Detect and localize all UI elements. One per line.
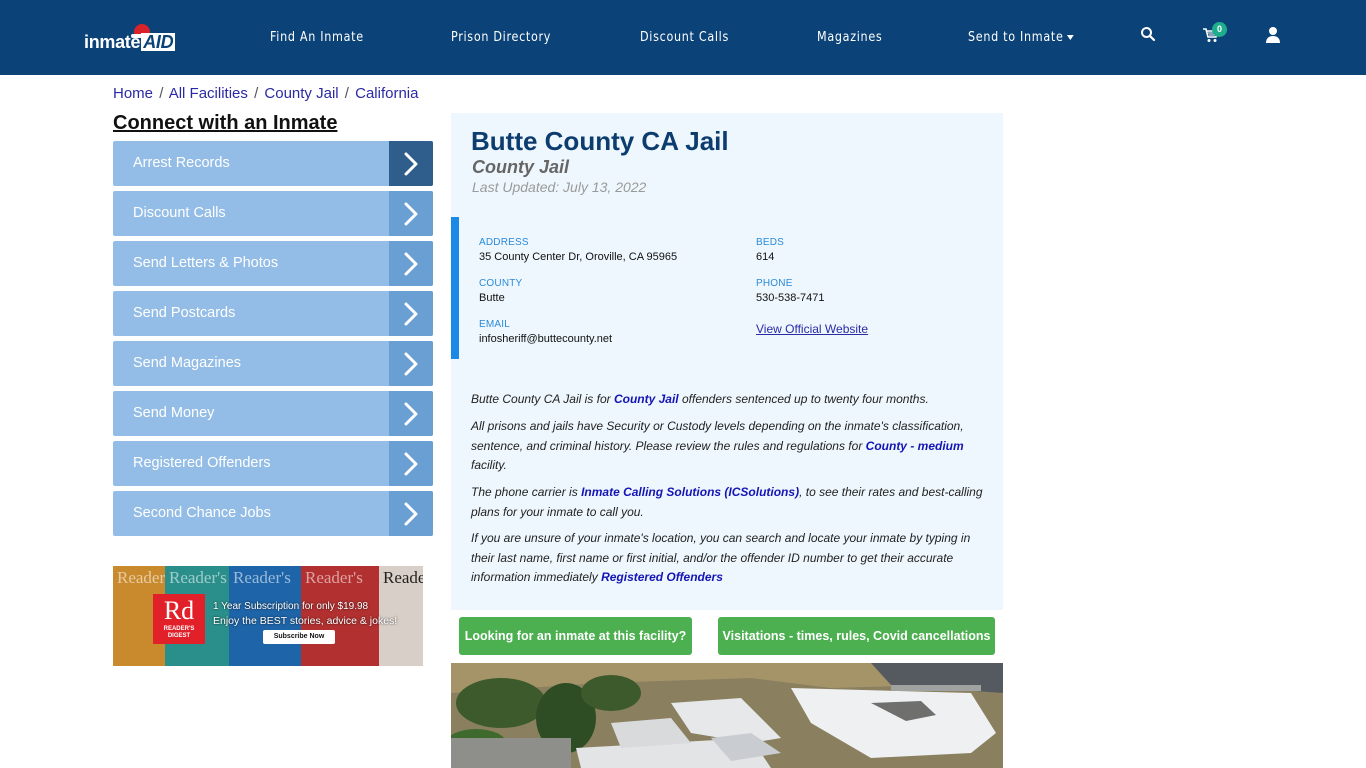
address-label: ADDRESS <box>479 237 529 248</box>
county-value: Butte <box>479 292 505 304</box>
top-navbar: inmate AID Find An Inmate Prison Director… <box>0 0 1366 75</box>
facility-type: County Jail <box>472 157 570 177</box>
sidebar-item-label: Send Magazines <box>133 355 242 371</box>
beds-label: BEDS <box>756 237 785 248</box>
facility-aerial-photo <box>451 663 1003 768</box>
find-inmate-at-facility-button[interactable]: Looking for an inmate at this facility? <box>459 617 692 655</box>
logo-text-accent: AID <box>141 32 176 52</box>
sidebar-item-label: Second Chance Jobs <box>133 505 271 521</box>
sidebar-item-second-chance-jobs[interactable]: Second Chance Jobs <box>113 491 433 536</box>
chevron-right-icon <box>389 491 433 536</box>
description-paragraph-4: If you are unsure of your inmate's locat… <box>471 529 991 588</box>
rd-logo-small: READER'S DIGEST <box>163 626 195 639</box>
sidebar-item-label: Send Letters & Photos <box>133 255 279 271</box>
security-level-link[interactable]: County - medium <box>866 439 964 453</box>
para-text: The phone carrier is <box>471 485 582 499</box>
last-updated: Last Updated: July 13, 2022 <box>472 179 647 195</box>
nav-label: Magazines <box>817 30 883 45</box>
registered-offenders-link[interactable]: Registered Offenders <box>601 570 723 584</box>
search-icon[interactable] <box>1140 26 1160 46</box>
sidebar-item-send-magazines[interactable]: Send Magazines <box>113 341 433 386</box>
phone-label: PHONE <box>756 278 793 289</box>
ad-masthead: Reader's <box>383 568 423 587</box>
aerial-photo-illustration <box>451 663 1003 768</box>
sidebar-item-discount-calls[interactable]: Discount Calls <box>113 191 433 236</box>
readers-digest-ad[interactable]: Reader's Reader's Reader's Reader's Read… <box>113 566 423 666</box>
description-paragraph-1: Butte County CA Jail is for County Jail … <box>471 390 991 410</box>
nav-send-to-inmate[interactable]: Send to Inmate <box>968 30 1074 45</box>
sidebar-item-label: Registered Offenders <box>133 455 271 471</box>
nav-magazines[interactable]: Magazines <box>817 30 882 45</box>
para-text: offenders sentenced up to twenty four mo… <box>678 392 929 406</box>
breadcrumb-home[interactable]: Home <box>113 85 153 102</box>
breadcrumb-all-facilities[interactable]: All Facilities <box>169 85 248 102</box>
cart-count-badge: 0 <box>1212 22 1227 37</box>
chevron-right-icon <box>389 441 433 486</box>
ad-masthead: Reader's <box>169 568 227 587</box>
chevron-right-icon <box>389 191 433 236</box>
sidebar-item-label: Send Money <box>133 405 215 421</box>
logo-text-main: inmate <box>84 32 141 52</box>
chevron-right-icon <box>389 341 433 386</box>
breadcrumb-separator: / <box>159 85 164 102</box>
sidebar-menu: Arrest Records Discount Calls Send Letters… <box>113 141 433 541</box>
site-logo[interactable]: inmate AID <box>84 22 180 56</box>
email-label: EMAIL <box>479 319 511 330</box>
nav-find-inmate[interactable]: Find An Inmate <box>270 30 364 45</box>
nav-label: Find An Inmate <box>270 30 364 45</box>
official-website-link[interactable]: View Official Website <box>756 322 868 336</box>
sidebar-item-label: Discount Calls <box>133 205 226 221</box>
chevron-right-icon <box>389 291 433 336</box>
ad-subline: Enjoy the BEST stories, advice & jokes! <box>213 615 398 627</box>
breadcrumb-california[interactable]: California <box>355 85 418 102</box>
para-text: facility. <box>471 458 507 472</box>
nav-prison-directory[interactable]: Prison Directory <box>451 30 551 45</box>
nav-discount-calls[interactable]: Discount Calls <box>640 30 729 45</box>
sidebar-title: Connect with an Inmate <box>113 112 338 134</box>
breadcrumb-county-jail[interactable]: County Jail <box>264 85 338 102</box>
chevron-right-icon <box>389 391 433 436</box>
ad-masthead: Reader's <box>305 568 363 587</box>
sidebar-item-send-letters-photos[interactable]: Send Letters & Photos <box>113 241 433 286</box>
user-icon[interactable] <box>1265 26 1285 46</box>
phone-carrier-link[interactable]: Inmate Calling Solutions (ICSolutions) <box>581 485 799 499</box>
county-jail-link[interactable]: County Jail <box>614 392 679 406</box>
beds-value: 614 <box>756 251 775 263</box>
visitations-button[interactable]: Visitations - times, rules, Covid cancel… <box>718 617 995 655</box>
breadcrumb-separator: / <box>254 85 259 102</box>
readers-digest-logo: Rd READER'S DIGEST <box>153 594 205 644</box>
address-value: 35 County Center Dr, Oroville, CA 95965 <box>479 251 678 263</box>
county-label: COUNTY <box>479 278 523 289</box>
caret-down-icon <box>1066 35 1074 40</box>
phone-value: 530-538-7471 <box>756 292 825 304</box>
sidebar-item-label: Arrest Records <box>133 155 230 171</box>
nav-label: Prison Directory <box>451 30 552 45</box>
description-paragraph-2: All prisons and jails have Security or C… <box>471 417 991 476</box>
rd-logo-big: Rd <box>163 596 195 625</box>
chevron-right-icon <box>389 241 433 286</box>
logo-text: inmate AID <box>84 32 176 53</box>
sidebar-item-label: Send Postcards <box>133 305 236 321</box>
description-paragraph-3: The phone carrier is Inmate Calling Solu… <box>471 483 991 522</box>
nav-label: Discount Calls <box>640 30 729 45</box>
facility-name: Butte County CA Jail <box>471 126 729 156</box>
ad-headline: 1 Year Subscription for only $19.98 <box>213 601 369 612</box>
breadcrumb: Home / All Facilities / County Jail / Ca… <box>113 85 419 102</box>
chevron-right-icon <box>389 141 433 186</box>
sidebar-item-arrest-records[interactable]: Arrest Records <box>113 141 433 186</box>
ad-subscribe-button[interactable]: Subscribe Now <box>263 630 335 644</box>
info-accent-bar <box>451 217 459 359</box>
para-text: Butte County CA Jail is for <box>471 392 614 406</box>
breadcrumb-separator: / <box>344 85 349 102</box>
ad-masthead: Reader's <box>233 568 291 587</box>
sidebar-item-send-postcards[interactable]: Send Postcards <box>113 291 433 336</box>
email-value: infosheriff@buttecounty.net <box>479 333 613 345</box>
nav-label: Send to Inmate <box>968 30 1064 45</box>
sidebar-item-registered-offenders[interactable]: Registered Offenders <box>113 441 433 486</box>
sidebar-item-send-money[interactable]: Send Money <box>113 391 433 436</box>
